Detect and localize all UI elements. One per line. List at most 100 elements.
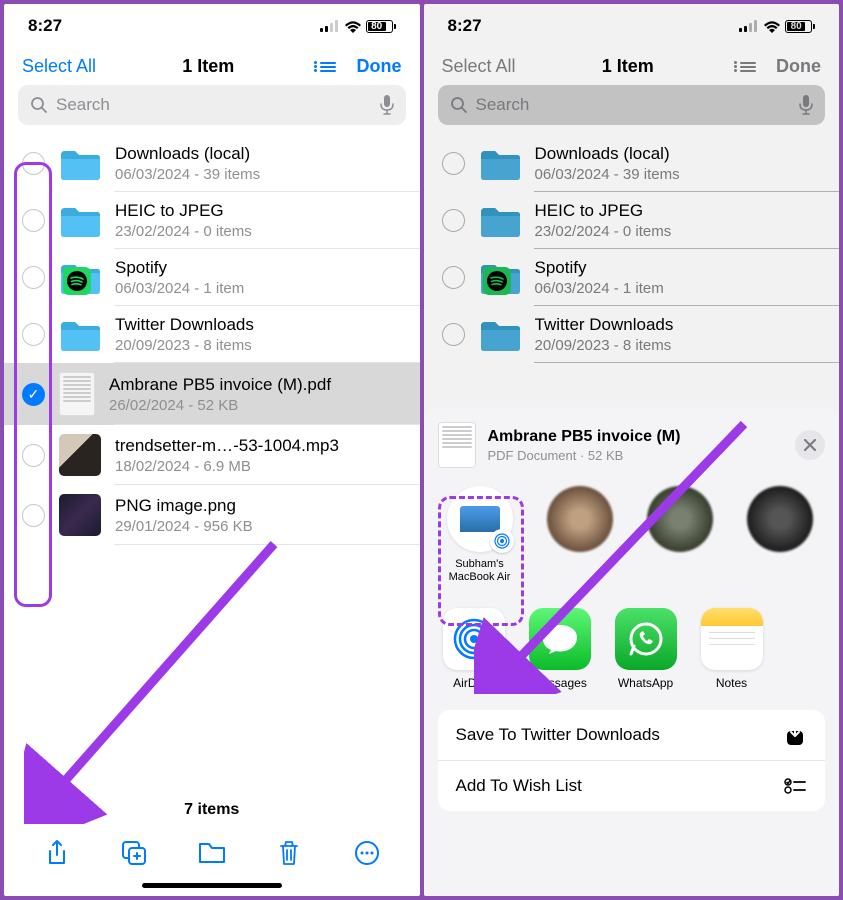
select-all-button: Select All <box>442 56 516 77</box>
more-button[interactable] <box>353 839 381 867</box>
airdrop-target-contact[interactable] <box>642 486 718 584</box>
file-meta: 20/09/2023 - 8 items <box>115 337 406 354</box>
toolbar: Select All 1 Item Done <box>4 48 420 85</box>
selection-circle <box>442 209 465 232</box>
wifi-icon <box>344 20 362 33</box>
pdf-icon <box>59 372 95 416</box>
selection-circle[interactable] <box>22 444 45 467</box>
file-row[interactable]: Twitter Downloads20/09/2023 - 8 items <box>424 306 840 363</box>
messages-icon <box>540 621 580 657</box>
whatsapp-icon <box>626 619 666 659</box>
selection-circle <box>442 266 465 289</box>
search-icon <box>30 96 48 114</box>
share-meta: PDF Document · 52 KB <box>488 448 784 463</box>
annotation-arrow <box>24 534 284 824</box>
share-sheet: Ambrane PB5 invoice (M) PDF Document · 5… <box>424 408 840 896</box>
image-thumbnail <box>59 494 101 536</box>
selection-circle[interactable] <box>22 152 45 175</box>
folder-icon <box>59 261 101 295</box>
toolbar: Select All 1 Item Done <box>424 48 840 85</box>
file-name: Downloads (local) <box>535 144 826 164</box>
left-screenshot: 8:27 80 Select All 1 Item Done Search Do… <box>4 4 420 896</box>
close-icon <box>804 439 816 451</box>
delete-button[interactable] <box>275 839 303 867</box>
search-placeholder: Search <box>476 95 792 115</box>
close-button[interactable] <box>795 430 825 460</box>
file-row[interactable]: Spotify06/03/2024 - 1 item <box>4 249 420 306</box>
file-row[interactable]: ✓Ambrane PB5 invoice (M).pdf26/02/2024 -… <box>4 363 420 425</box>
airdrop-badge-icon <box>490 529 514 553</box>
file-name: Ambrane PB5 invoice (M).pdf <box>109 375 406 395</box>
share-thumbnail <box>438 422 476 468</box>
file-meta: 23/02/2024 - 0 items <box>115 223 406 240</box>
file-row[interactable]: Downloads (local)06/03/2024 - 39 items <box>424 135 840 192</box>
file-row[interactable]: HEIC to JPEG 23/02/2024 - 0 items <box>424 192 840 249</box>
home-indicator <box>142 883 282 888</box>
folder-icon <box>59 147 101 181</box>
search-icon <box>450 96 468 114</box>
file-name: trendsetter-m…-53-1004.mp3 <box>115 436 406 456</box>
selection-circle <box>442 323 465 346</box>
app-whatsapp[interactable]: WhatsApp <box>614 608 678 690</box>
status-time: 8:27 <box>28 16 62 36</box>
battery-icon: 80 <box>785 20 815 33</box>
folder-icon <box>479 318 521 352</box>
airdrop-icon <box>452 617 496 661</box>
file-row[interactable]: Spotify 06/03/2024 - 1 item <box>424 249 840 306</box>
toolbar-title: 1 Item <box>602 56 654 77</box>
app-airdrop[interactable]: AirDrop <box>442 608 506 690</box>
file-name: Spotify <box>535 258 826 278</box>
file-meta: 20/09/2023 - 8 items <box>535 337 826 354</box>
selection-circle[interactable] <box>22 266 45 289</box>
folder-icon <box>479 261 521 295</box>
file-name: Twitter Downloads <box>115 315 406 335</box>
move-button[interactable] <box>198 839 226 867</box>
file-name: HEIC to JPEG <box>115 201 406 221</box>
done-button: Done <box>776 56 821 77</box>
app-messages[interactable]: Messages <box>528 608 592 690</box>
selection-circle[interactable]: ✓ <box>22 383 45 406</box>
file-name: PNG image.png <box>115 496 406 516</box>
status-bar: 8:27 80 <box>4 4 420 48</box>
airdrop-targets: Subham's MacBook Air <box>438 486 826 584</box>
done-button[interactable]: Done <box>356 56 401 77</box>
mic-icon[interactable] <box>380 95 394 115</box>
item-count: 7 items <box>4 785 420 829</box>
file-row[interactable]: Downloads (local)06/03/2024 - 39 items <box>4 135 420 192</box>
list-view-icon[interactable] <box>320 62 336 72</box>
file-row[interactable]: trendsetter-m…-53-1004.mp318/02/2024 - 6… <box>4 425 420 485</box>
share-title: Ambrane PB5 invoice (M) <box>488 428 784 446</box>
action-save-to-twitter[interactable]: Save To Twitter Downloads <box>438 710 826 761</box>
file-row[interactable]: HEIC to JPEG 23/02/2024 - 0 items <box>4 192 420 249</box>
mic-icon <box>799 95 813 115</box>
file-row[interactable]: PNG image.png29/01/2024 - 956 KB <box>4 485 420 545</box>
file-list: Downloads (local)06/03/2024 - 39 itemsHE… <box>424 135 840 363</box>
airdrop-target-contact[interactable] <box>742 486 818 584</box>
signal-icon <box>739 20 759 32</box>
action-add-wishlist[interactable]: Add To Wish List <box>438 761 826 811</box>
selection-circle[interactable] <box>22 209 45 232</box>
share-apps: AirDrop Messages WhatsApp Notes <box>438 608 826 690</box>
file-meta: 06/03/2024 - 1 item <box>535 280 826 297</box>
selection-circle[interactable] <box>22 323 45 346</box>
list-view-icon <box>740 62 756 72</box>
airdrop-target-contact[interactable] <box>542 486 618 584</box>
selection-circle <box>442 152 465 175</box>
file-name: HEIC to JPEG <box>535 201 826 221</box>
signal-icon <box>320 20 340 32</box>
file-name: Downloads (local) <box>115 144 406 164</box>
app-notes[interactable]: Notes <box>700 608 764 690</box>
status-indicators: 80 <box>320 20 396 33</box>
file-meta: 23/02/2024 - 0 items <box>535 223 826 240</box>
duplicate-button[interactable] <box>120 839 148 867</box>
select-all-button[interactable]: Select All <box>22 56 96 77</box>
selection-circle[interactable] <box>22 504 45 527</box>
share-button[interactable] <box>43 839 71 867</box>
file-row[interactable]: Twitter Downloads 20/09/2023 - 8 items <box>4 306 420 363</box>
status-bar: 8:27 80 <box>424 4 840 48</box>
bottom-toolbar <box>4 829 420 867</box>
airdrop-target-macbook[interactable]: Subham's MacBook Air <box>442 486 518 584</box>
folder-icon <box>479 204 521 238</box>
search-input[interactable]: Search <box>18 85 406 125</box>
status-time: 8:27 <box>448 16 482 36</box>
